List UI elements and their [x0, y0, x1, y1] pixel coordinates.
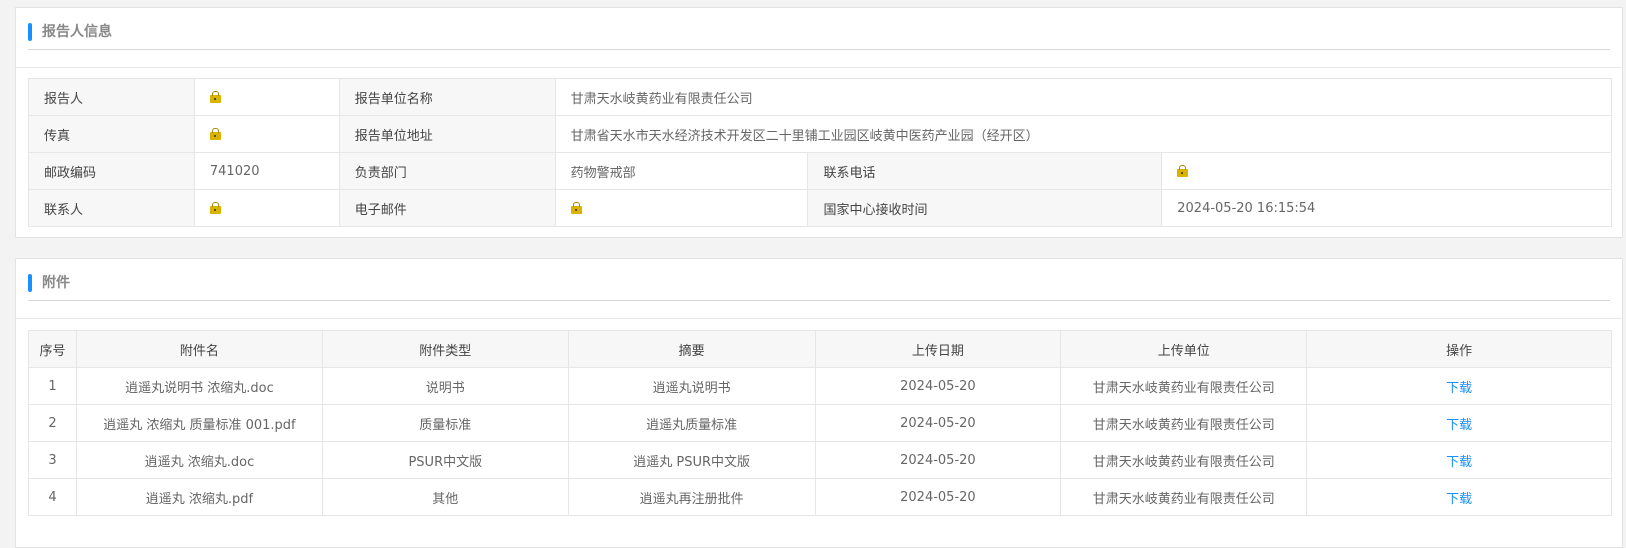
email-label: 电子邮件 [338, 189, 556, 227]
postal-code-value: 741020 [193, 152, 340, 190]
divider [16, 67, 1622, 68]
report-unit-address-label: 报告单位地址 [338, 115, 556, 153]
reporter-value [193, 78, 340, 116]
upload-unit: 甘肃天水岐黄药业有限责任公司 [1060, 404, 1308, 442]
lock-icon [209, 202, 221, 214]
reporter-info-title: 报告人信息 [42, 24, 112, 40]
table-row: 4 逍遥丸 浓缩丸.pdf 其他 逍遥丸再注册批件 2024-05-20 甘肃天… [28, 478, 1612, 516]
action-cell: 下载 [1306, 367, 1612, 405]
upload-unit: 甘肃天水岐黄药业有限责任公司 [1060, 478, 1308, 516]
table-row: 报告人 报告单位名称 甘肃天水岐黄药业有限责任公司 [28, 78, 1613, 116]
table-row: 传真 报告单位地址 甘肃省天水市天水经济技术开发区二十里铺工业园区岐黄中医药产业… [28, 115, 1613, 153]
department-value: 药物警戒部 [554, 152, 809, 190]
attachment-name: 逍遥丸 浓缩丸.pdf [75, 478, 323, 516]
attachment-header: 附件 [28, 259, 1610, 301]
reporter-info-table: 报告人 报告单位名称 甘肃天水岐黄药业有限责任公司 传真 报告单位地址 甘肃省天… [28, 78, 1613, 227]
attachment-summary: 逍遥丸质量标准 [567, 404, 816, 442]
col-header-index: 序号 [28, 330, 77, 368]
col-header-summary: 摘要 [567, 330, 816, 368]
upload-unit: 甘肃天水岐黄药业有限责任公司 [1060, 367, 1308, 405]
col-header-name: 附件名 [75, 330, 323, 368]
upload-date: 2024-05-20 [814, 404, 1062, 442]
reporter-info-header: 报告人信息 [28, 8, 1610, 50]
reporter-info-panel: 报告人信息 报告人 报告单位名称 甘肃天水岐黄药业有限责任公司 传真 报告单位地… [15, 7, 1623, 238]
email-value [554, 189, 809, 227]
action-cell: 下载 [1306, 441, 1612, 479]
col-header-type: 附件类型 [321, 330, 569, 368]
attachment-type: PSUR中文版 [321, 441, 569, 479]
download-link[interactable]: 下载 [1446, 381, 1472, 396]
row-index: 3 [28, 441, 77, 479]
attachment-summary: 逍遥丸说明书 [567, 367, 816, 405]
attachment-panel: 附件 序号 附件名 附件类型 摘要 上传日期 上传单位 操作 1 逍遥丸说明书 … [15, 258, 1623, 548]
department-label: 负责部门 [338, 152, 556, 190]
attachment-type: 质量标准 [321, 404, 569, 442]
fax-value [193, 115, 340, 153]
report-unit-name-value: 甘肃天水岐黄药业有限责任公司 [554, 78, 1613, 116]
table-row: 1 逍遥丸说明书 浓缩丸.doc 说明书 逍遥丸说明书 2024-05-20 甘… [28, 367, 1612, 405]
col-header-upload-date: 上传日期 [814, 330, 1062, 368]
upload-unit: 甘肃天水岐黄药业有限责任公司 [1060, 441, 1308, 479]
phone-label: 联系电话 [807, 152, 1163, 190]
row-index: 4 [28, 478, 77, 516]
contact-person-value [193, 189, 340, 227]
lock-icon [570, 202, 582, 214]
row-index: 1 [28, 367, 77, 405]
received-time-value: 2024-05-20 16:15:54 [1161, 189, 1612, 227]
attachment-type: 其他 [321, 478, 569, 516]
fax-label: 传真 [28, 115, 195, 153]
download-link[interactable]: 下载 [1446, 492, 1472, 507]
row-index: 2 [28, 404, 77, 442]
contact-person-label: 联系人 [28, 189, 195, 227]
report-unit-address-value: 甘肃省天水市天水经济技术开发区二十里铺工业园区岐黄中医药产业园（经开区） [554, 115, 1613, 153]
section-accent-bar [28, 23, 32, 41]
postal-code-label: 邮政编码 [28, 152, 195, 190]
table-header-row: 序号 附件名 附件类型 摘要 上传日期 上传单位 操作 [28, 330, 1612, 368]
table-row: 3 逍遥丸 浓缩丸.doc PSUR中文版 逍遥丸 PSUR中文版 2024-0… [28, 441, 1612, 479]
attachment-name: 逍遥丸 浓缩丸 质量标准 001.pdf [75, 404, 323, 442]
col-header-action: 操作 [1306, 330, 1612, 368]
download-link[interactable]: 下载 [1446, 418, 1472, 433]
table-row: 2 逍遥丸 浓缩丸 质量标准 001.pdf 质量标准 逍遥丸质量标准 2024… [28, 404, 1612, 442]
table-row: 邮政编码 741020 负责部门 药物警戒部 联系电话 [28, 152, 1612, 190]
divider [16, 318, 1622, 319]
attachment-summary: 逍遥丸 PSUR中文版 [567, 441, 816, 479]
phone-value [1161, 152, 1612, 190]
download-link[interactable]: 下载 [1446, 455, 1472, 470]
reporter-label: 报告人 [28, 78, 195, 116]
attachment-type: 说明书 [321, 367, 569, 405]
upload-date: 2024-05-20 [814, 441, 1062, 479]
attachment-name: 逍遥丸说明书 浓缩丸.doc [75, 367, 323, 405]
report-unit-name-label: 报告单位名称 [338, 78, 556, 116]
attachment-name: 逍遥丸 浓缩丸.doc [75, 441, 323, 479]
attachment-summary: 逍遥丸再注册批件 [567, 478, 816, 516]
section-accent-bar [28, 274, 32, 292]
lock-icon [209, 128, 221, 140]
upload-date: 2024-05-20 [814, 478, 1062, 516]
table-row: 联系人 电子邮件 国家中心接收时间 2024-05-20 16:15:54 [28, 189, 1612, 227]
action-cell: 下载 [1306, 404, 1612, 442]
attachment-title: 附件 [42, 275, 70, 291]
attachment-table: 序号 附件名 附件类型 摘要 上传日期 上传单位 操作 1 逍遥丸说明书 浓缩丸… [28, 330, 1612, 516]
received-time-label: 国家中心接收时间 [807, 189, 1163, 227]
lock-icon [209, 91, 221, 103]
upload-date: 2024-05-20 [814, 367, 1062, 405]
col-header-upload-unit: 上传单位 [1060, 330, 1308, 368]
lock-icon [1177, 165, 1189, 177]
action-cell: 下载 [1306, 478, 1612, 516]
